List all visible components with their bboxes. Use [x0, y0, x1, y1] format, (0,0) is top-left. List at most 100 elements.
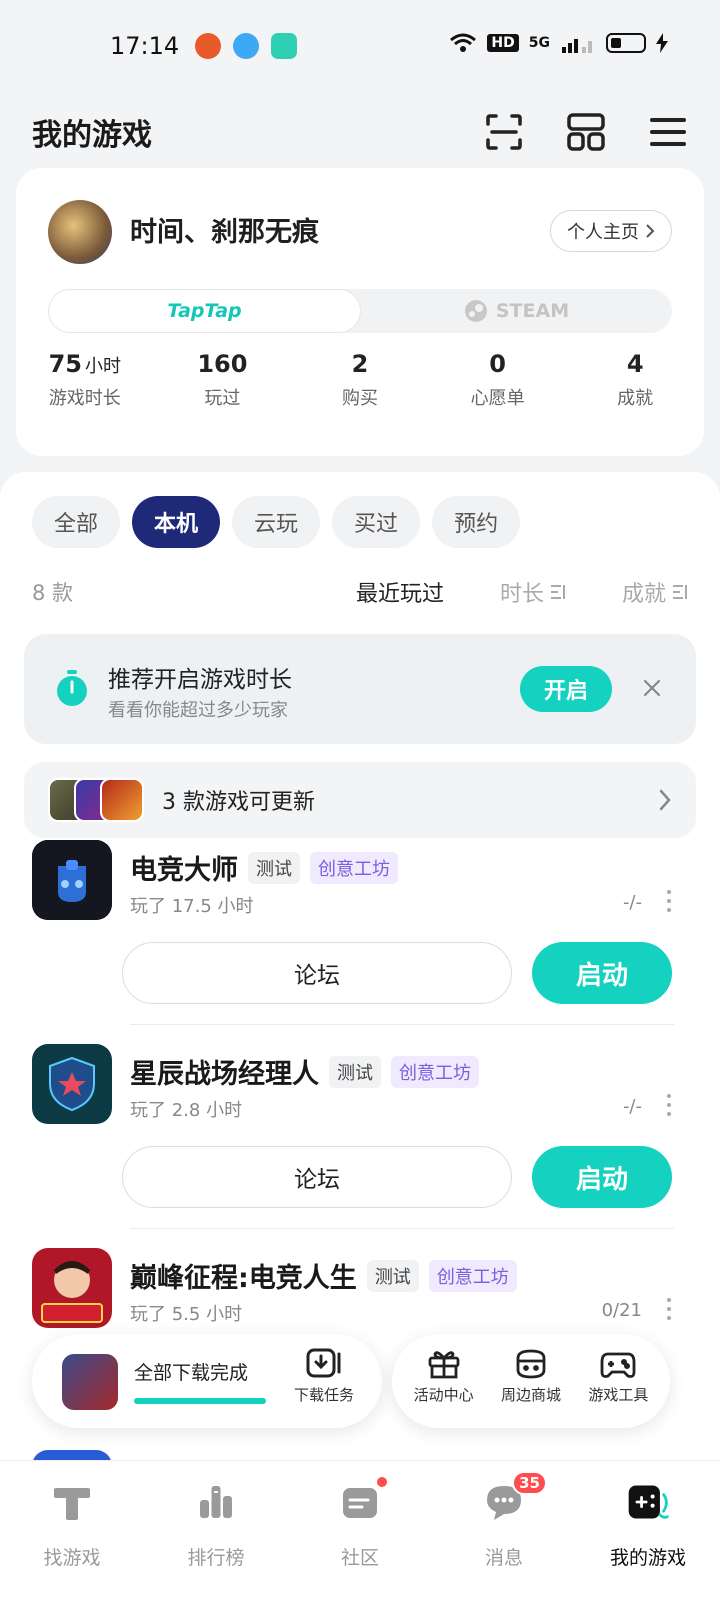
game-title[interactable]: 电竞大师	[130, 848, 238, 887]
game-achievement-progress: 0/21	[601, 1300, 642, 1321]
nav-messages[interactable]: 35 消息	[432, 1461, 576, 1608]
gift-icon	[428, 1351, 460, 1379]
update-text: 3 款游戏可更新	[162, 790, 315, 815]
tag-workshop[interactable]: 创意工坊	[391, 1055, 479, 1088]
forum-button[interactable]: 论坛	[122, 942, 512, 1004]
game-count: 8 款	[32, 581, 74, 605]
avatar[interactable]	[48, 200, 112, 264]
game-icon[interactable]	[32, 1248, 112, 1328]
playtime-recommend-banner: 推荐开启游戏时长 看看你能超过多少玩家 开启	[24, 634, 696, 744]
battery-icon	[606, 33, 646, 53]
charging-icon	[656, 33, 668, 53]
game-achievement-progress: -/-	[622, 892, 642, 913]
game-icon[interactable]	[32, 840, 112, 920]
nav-my-games[interactable]: 我的游戏	[576, 1461, 720, 1608]
nav-label: 社区	[340, 1547, 379, 1569]
game-tools-label: 游戏工具	[588, 1386, 649, 1404]
chip-all[interactable]: 全部	[32, 496, 121, 548]
nav-label: 消息	[484, 1547, 523, 1569]
sort-achievement-label: 成就	[621, 582, 666, 607]
chat-app-icon	[271, 33, 298, 59]
download-task-button[interactable]: 下载任务	[288, 1348, 360, 1405]
chip-bought[interactable]: 买过	[332, 496, 421, 548]
stat-value: 0	[489, 350, 506, 378]
tab-taptap[interactable]: TapTap	[48, 289, 361, 333]
stat-label: 成就	[617, 388, 654, 409]
taptap-t-icon	[49, 1479, 95, 1525]
game-title[interactable]: 星辰战场经理人	[130, 1052, 319, 1091]
more-options-icon[interactable]	[666, 890, 672, 912]
tag-test: 测试	[366, 1259, 419, 1292]
ranking-icon	[193, 1479, 239, 1525]
stopwatch-icon	[57, 670, 87, 706]
launch-button[interactable]: 启动	[532, 1146, 672, 1208]
download-icon	[306, 1348, 341, 1378]
chevron-right-icon	[659, 789, 671, 811]
game-playtime: 玩了 17.5 小时	[130, 896, 254, 917]
list-header: 8 款 最近玩过 时长 成就	[32, 572, 688, 612]
chip-local[interactable]: 本机	[132, 496, 221, 548]
download-game-thumb	[62, 1354, 118, 1410]
stat-wishlist[interactable]: 0 心愿单	[429, 350, 567, 410]
game-title[interactable]: 巅峰征程:电竞人生	[130, 1256, 357, 1295]
close-icon[interactable]	[638, 674, 666, 702]
game-playtime: 玩了 5.5 小时	[130, 1304, 243, 1325]
tag-test: 测试	[248, 851, 300, 884]
more-options-icon[interactable]	[666, 1298, 672, 1320]
status-bar: 17:14 HD 5G	[0, 0, 720, 92]
stat-value: 2	[351, 350, 369, 378]
download-task-label: 下载任务	[293, 1386, 354, 1404]
stat-value: 75	[48, 350, 82, 378]
community-icon	[337, 1475, 389, 1525]
game-item: 电竞大师 测试 创意工坊 玩了 17.5 小时 -/- 论坛 启动	[0, 840, 720, 1044]
stat-playtime[interactable]: 75 小时 游戏时长	[16, 350, 154, 410]
activity-center-button[interactable]: 活动中心	[400, 1334, 487, 1428]
enable-button[interactable]: 开启	[520, 666, 612, 712]
recommend-title: 推荐开启游戏时长	[108, 667, 292, 693]
status-app-icons	[195, 33, 298, 59]
updates-row[interactable]: 3 款游戏可更新	[24, 762, 696, 838]
launch-button[interactable]: 启动	[532, 942, 672, 1004]
page-title: 我的游戏	[32, 118, 152, 153]
tag-test: 测试	[329, 1055, 381, 1088]
chip-cloud[interactable]: 云玩	[232, 496, 321, 548]
nav-community[interactable]: 社区	[288, 1461, 432, 1608]
message-icon: 35	[481, 1471, 547, 1525]
username[interactable]: 时间、刹那无痕	[130, 210, 319, 249]
homepage-button[interactable]: 个人主页	[550, 210, 672, 252]
sort-duration[interactable]: 时长	[500, 576, 566, 608]
tag-workshop[interactable]: 创意工坊	[428, 1259, 517, 1292]
game-tools-button[interactable]: 游戏工具	[575, 1334, 662, 1428]
merch-store-button[interactable]: 周边商城	[487, 1334, 574, 1428]
more-options-icon[interactable]	[666, 1094, 672, 1116]
stat-purchased[interactable]: 2 购买	[291, 350, 429, 410]
nav-rankings[interactable]: 排行榜	[144, 1461, 288, 1608]
stat-value: 4	[626, 350, 644, 378]
download-status: 全部下载完成	[134, 1362, 249, 1384]
sort-icon	[673, 585, 687, 599]
sort-recent[interactable]: 最近玩过	[356, 576, 444, 608]
stat-played[interactable]: 160 玩过	[154, 350, 292, 410]
notification-app-icon	[195, 33, 222, 59]
game-icon[interactable]	[32, 1044, 112, 1124]
menu-icon[interactable]	[648, 112, 688, 152]
scan-icon[interactable]	[484, 112, 524, 152]
tag-workshop[interactable]: 创意工坊	[310, 851, 398, 884]
nav-find-games[interactable]: 找游戏	[0, 1461, 144, 1608]
download-status-pill[interactable]: 全部下载完成 下载任务	[32, 1334, 382, 1428]
taptap-logo: TapTap	[167, 300, 242, 322]
status-time: 17:14	[110, 32, 180, 60]
wifi-icon	[450, 33, 477, 52]
stat-value: 160	[197, 350, 248, 378]
divider	[130, 1228, 674, 1229]
stat-achievements[interactable]: 4 成就	[566, 350, 704, 410]
layout-grid-icon[interactable]	[566, 112, 606, 152]
recommend-subtitle: 看看你能超过多少玩家	[108, 700, 288, 721]
tab-steam[interactable]: STEAM	[361, 289, 672, 333]
store-icon	[516, 1349, 546, 1379]
game-playtime: 玩了 2.8 小时	[130, 1100, 243, 1121]
forum-button[interactable]: 论坛	[122, 1146, 512, 1208]
chip-reserved[interactable]: 预约	[432, 496, 521, 548]
sort-achievement[interactable]: 成就	[622, 576, 688, 608]
browser-app-icon	[233, 33, 260, 59]
